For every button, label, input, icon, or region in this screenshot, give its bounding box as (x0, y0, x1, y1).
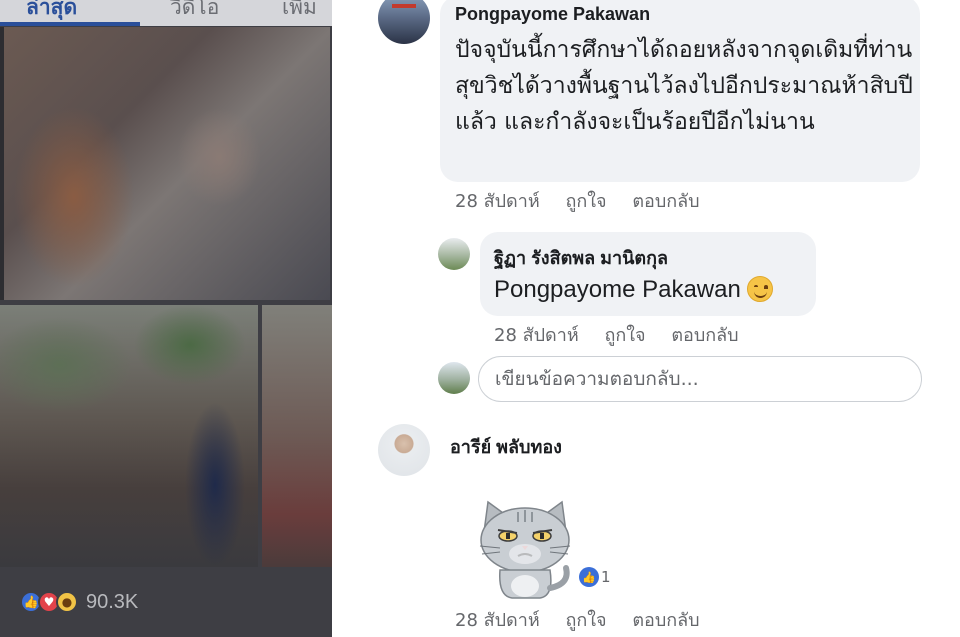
media-tabs: ล่าสุด วิดีโอ เพิ่ม (0, 0, 332, 26)
reply-timestamp[interactable]: 28 สัปดาห์ (494, 325, 579, 346)
reply-actions: 28 สัปดาห์ ถูกใจ ตอบกลับ (494, 320, 759, 349)
reply-link[interactable]: ตอบกลับ (671, 325, 738, 346)
tab-more[interactable]: เพิ่ม (282, 0, 317, 22)
post-photo-main[interactable] (0, 27, 330, 300)
post-photo-side[interactable] (262, 305, 332, 567)
tab-latest[interactable]: ล่าสุด (26, 0, 77, 22)
reply-text: Pongpayome Pakawan (494, 273, 773, 307)
post-photo-school-children[interactable] (0, 305, 258, 567)
reply-link[interactable]: ตอบกลับ (632, 610, 699, 631)
reaction-count: 90.3K (86, 590, 139, 613)
active-tab-indicator (0, 22, 140, 26)
comment-text: ปัจจุบันนี้การศึกษาได้ถอยหลังจากจุดเดิมท… (455, 37, 913, 135)
avatar[interactable] (438, 238, 470, 270)
comment-timestamp[interactable]: 28 สัปดาห์ (455, 191, 540, 212)
comment-author[interactable]: Pongpayome Pakawan (455, 4, 650, 25)
avatar[interactable] (378, 0, 430, 44)
like-link[interactable]: ถูกใจ (565, 191, 606, 212)
comment-actions: 28 สัปดาห์ ถูกใจ ตอบกลับ (455, 605, 720, 634)
comment-timestamp[interactable]: 28 สัปดาห์ (455, 610, 540, 631)
comment-actions: 28 สัปดาห์ ถูกใจ ตอบกลับ (455, 186, 720, 215)
like-link[interactable]: ถูกใจ (565, 610, 606, 631)
smile-emoji-icon (746, 276, 773, 302)
post-media-panel: ล่าสุด วิดีโอ เพิ่ม 👍 ♥ ● 90.3K (0, 0, 332, 637)
avatar[interactable] (378, 424, 430, 476)
reply-author[interactable]: ฐิฏา รังสิตพล มานิตกุล (494, 243, 668, 272)
wow-icon: ● (56, 591, 78, 613)
like-link[interactable]: ถูกใจ (604, 325, 645, 346)
comment-author[interactable]: อารีย์ พลับทอง (450, 432, 562, 461)
tab-video[interactable]: วิดีโอ (170, 0, 219, 22)
reaction-summary[interactable]: 👍 ♥ ● 90.3K (20, 588, 138, 616)
sticker-like-number: 1 (601, 568, 611, 586)
current-user-avatar (438, 362, 470, 394)
reply-mention[interactable]: Pongpayome Pakawan (494, 276, 741, 303)
reply-input[interactable]: เขียนข้อความตอบกลับ... (478, 356, 922, 402)
sticker-like-count[interactable]: 👍 1 (578, 566, 613, 588)
grumpy-cat-sticker[interactable] (470, 492, 580, 600)
reply-link[interactable]: ตอบกลับ (632, 191, 699, 212)
like-icon: 👍 (579, 567, 599, 587)
